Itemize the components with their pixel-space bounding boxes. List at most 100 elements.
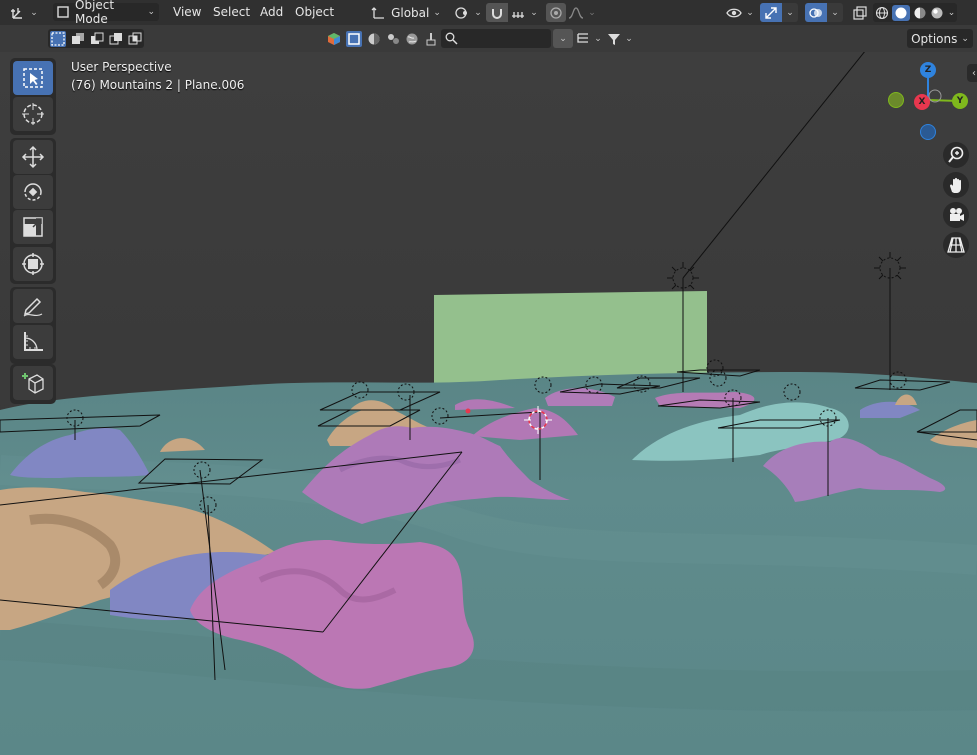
chevron-down-icon: ⌄ xyxy=(961,33,969,44)
chevron-down-icon: ⌄ xyxy=(147,7,155,17)
add-cube-tool[interactable] xyxy=(13,366,53,400)
annotate-tool[interactable] xyxy=(13,289,53,323)
menu-add[interactable]: Add xyxy=(260,5,283,19)
editor-type-selector[interactable]: ⌄ xyxy=(4,3,44,22)
brush-filter-icon[interactable] xyxy=(424,32,438,46)
gizmo-options-dropdown[interactable]: ⌄ xyxy=(782,3,798,22)
pan-button[interactable] xyxy=(943,172,969,198)
transform-tool[interactable] xyxy=(13,247,53,281)
proportional-edit-icon xyxy=(549,6,563,20)
proportional-editing-toggle[interactable] xyxy=(546,3,566,22)
select-new-icon[interactable] xyxy=(50,30,67,47)
select-box-icon xyxy=(22,67,44,89)
funnel-icon xyxy=(607,32,621,46)
search-options-dropdown[interactable]: ⌄ xyxy=(553,29,573,48)
cursor-target-icon xyxy=(21,102,45,126)
mode-dropdown[interactable]: Object Mode ⌄ xyxy=(53,0,159,26)
object-mode-icon xyxy=(57,6,69,18)
active-object-origin xyxy=(465,408,471,414)
select-intersect-icon[interactable] xyxy=(128,32,142,46)
falloff-dropdown[interactable]: ⌄ xyxy=(567,3,597,22)
perspective-toggle-button[interactable] xyxy=(943,232,969,258)
menu-object[interactable]: Object xyxy=(295,5,334,19)
pivot-icon xyxy=(454,6,470,20)
search-icon xyxy=(445,32,458,45)
display-mode-dropdown[interactable]: ⌄ xyxy=(575,29,603,48)
material-preview-icon[interactable] xyxy=(913,6,927,20)
object-visibility-dropdown[interactable]: ⌄ xyxy=(723,3,757,22)
rotate-tool[interactable] xyxy=(13,175,53,209)
select-extend-icon[interactable] xyxy=(71,32,85,46)
scene-render xyxy=(0,52,977,755)
gizmo-toggle[interactable] xyxy=(760,3,782,22)
material-filter-icon[interactable] xyxy=(367,32,381,46)
select-difference-icon[interactable] xyxy=(109,32,123,46)
orientation-label: Global xyxy=(391,5,430,20)
rotate-icon xyxy=(21,180,45,204)
mode-label: Object Mode xyxy=(75,0,115,26)
chevron-down-icon: ⌄ xyxy=(786,7,794,18)
chevron-down-icon[interactable]: ⌄ xyxy=(948,8,956,18)
zoom-magnifier-icon xyxy=(947,146,965,164)
orientation-axes-icon xyxy=(371,6,385,20)
wireframe-shading-icon[interactable] xyxy=(875,6,889,20)
view-name: User Perspective xyxy=(71,60,172,74)
overlays-toggle[interactable] xyxy=(805,3,827,22)
gizmo-x-axis[interactable]: X xyxy=(914,94,930,110)
menu-select[interactable]: Select xyxy=(213,5,250,19)
axes-editor-icon xyxy=(10,6,26,20)
zoom-button[interactable] xyxy=(943,142,969,168)
gizmo-neg-z-axis[interactable] xyxy=(920,124,936,140)
sidebar-toggle[interactable]: ‹ xyxy=(967,64,977,82)
world-filter-icon[interactable] xyxy=(405,32,419,46)
pencil-icon xyxy=(21,294,45,318)
texture-filter-icon[interactable] xyxy=(386,32,400,46)
chevron-down-icon: ⌄ xyxy=(746,7,754,18)
xray-toggle[interactable] xyxy=(850,3,870,22)
scene-collection-icon[interactable] xyxy=(327,32,341,46)
3d-viewport[interactable]: User Perspective (76) Mountains 2 | Plan… xyxy=(0,52,977,755)
options-label: Options xyxy=(911,31,958,46)
selection-mode-group xyxy=(48,29,144,48)
measure-tool[interactable] xyxy=(13,325,53,359)
gizmo-y-axis[interactable]: Y xyxy=(952,93,968,109)
chevron-down-icon: ⌄ xyxy=(474,7,482,18)
chevron-down-icon: ⌄ xyxy=(594,33,602,44)
object-filter-icon[interactable] xyxy=(345,30,362,47)
chevron-left-icon: ‹ xyxy=(972,67,976,79)
chevron-down-icon: ⌄ xyxy=(831,7,839,18)
hand-icon xyxy=(947,176,965,194)
xray-icon xyxy=(853,5,867,20)
grid-perspective-icon xyxy=(947,236,965,254)
chevron-down-icon: ⌄ xyxy=(433,7,441,18)
scale-tool[interactable] xyxy=(13,210,53,244)
snap-toggle[interactable] xyxy=(486,3,508,22)
pivot-point-dropdown[interactable]: ⌄ xyxy=(452,3,484,22)
filter-dropdown[interactable]: ⌄ xyxy=(604,29,636,48)
snap-target-dropdown[interactable]: ⌄ xyxy=(508,3,540,22)
options-dropdown[interactable]: Options ⌄ xyxy=(907,29,973,48)
shading-mode-group: ⌄ xyxy=(873,3,957,22)
gizmo-neg-y-axis[interactable] xyxy=(888,92,904,108)
snap-increment-icon xyxy=(510,6,526,20)
move-tool[interactable] xyxy=(13,140,53,174)
select-box-tool[interactable] xyxy=(13,61,53,95)
overlays-options-dropdown[interactable]: ⌄ xyxy=(827,3,843,22)
scale-icon xyxy=(21,215,45,239)
transform-orientation-dropdown[interactable]: Global ⌄ xyxy=(366,3,446,22)
gizmo-z-axis[interactable]: Z xyxy=(920,62,936,78)
cursor-tool[interactable] xyxy=(13,97,53,131)
menu-view[interactable]: View xyxy=(173,5,201,19)
overlay-circles-icon xyxy=(809,6,823,20)
rendered-shading-icon[interactable] xyxy=(930,6,944,20)
chevron-down-icon: ⌄ xyxy=(30,7,38,18)
chevron-down-icon: ⌄ xyxy=(625,33,633,44)
ruler-icon xyxy=(21,330,45,354)
navigation-gizmo[interactable]: Z X Y xyxy=(885,60,975,150)
select-subtract-icon[interactable] xyxy=(90,32,104,46)
solid-shading-icon[interactable] xyxy=(891,4,910,21)
gizmo-arrows-icon xyxy=(764,6,778,20)
camera-view-button[interactable] xyxy=(943,202,969,228)
magnet-icon xyxy=(490,6,504,20)
search-input[interactable] xyxy=(441,29,551,48)
